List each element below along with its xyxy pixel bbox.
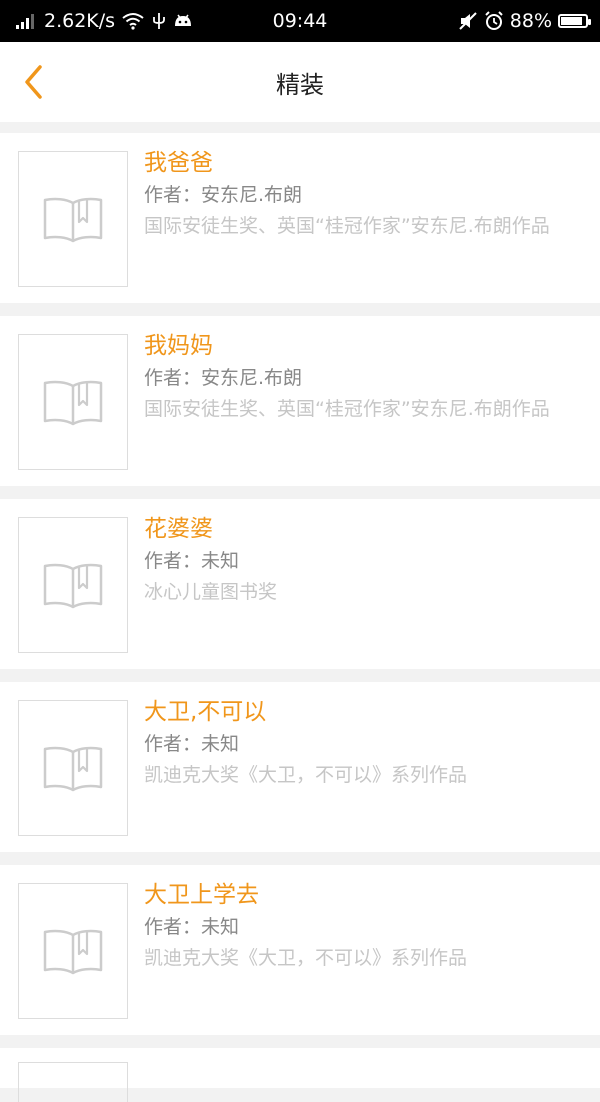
book-author: 作者：未知: [144, 733, 240, 755]
open-book-icon: [43, 929, 103, 975]
open-book-icon: [43, 380, 103, 426]
book-list-item[interactable]: 大卫上学去 作者：未知 凯迪克大奖《大卫，不可以》系列作品: [0, 865, 600, 1035]
page-title: 精装: [276, 70, 324, 99]
book-description: 国际安徒生奖、英国“桂冠作家”安东尼.布朗作品: [144, 398, 550, 420]
book-description: 凯迪克大奖《大卫，不可以》系列作品: [144, 764, 468, 786]
book-title: 大卫上学去: [144, 882, 259, 908]
book-list[interactable]: 我爸爸 作者：安东尼.布朗 国际安徒生奖、英国“桂冠作家”安东尼.布朗作品 我妈…: [0, 133, 600, 1035]
open-book-icon: [43, 563, 103, 609]
book-list-item[interactable]: 花婆婆 作者：未知 冰心儿童图书奖: [0, 499, 600, 669]
book-info: 我爸爸 作者：安东尼.布朗 国际安徒生奖、英国“桂冠作家”安东尼.布朗作品: [144, 147, 576, 241]
book-author: 作者：未知: [144, 916, 240, 938]
book-author: 作者：安东尼.布朗: [144, 184, 303, 206]
book-title: 我爸爸: [144, 150, 213, 176]
open-book-icon: [43, 746, 103, 792]
status-right: 88%: [458, 0, 591, 42]
book-description: 国际安徒生奖、英国“桂冠作家”安东尼.布朗作品: [144, 215, 550, 237]
book-cover-placeholder: [18, 700, 128, 836]
book-cover-placeholder: [18, 1062, 128, 1102]
chevron-left-icon: [25, 65, 42, 99]
book-description: 凯迪克大奖《大卫，不可以》系列作品: [144, 947, 468, 969]
alarm-icon: [484, 11, 504, 31]
open-book-icon: [43, 197, 103, 243]
clock: 09:44: [272, 10, 328, 32]
book-cover-placeholder: [18, 151, 128, 287]
app-header: 精装: [0, 42, 600, 122]
book-author: 作者：安东尼.布朗: [144, 367, 303, 389]
book-info: 花婆婆 作者：未知 冰心儿童图书奖: [144, 513, 576, 607]
battery-icon: [558, 14, 591, 28]
book-list-item[interactable]: 我妈妈 作者：安东尼.布朗 国际安徒生奖、英国“桂冠作家”安东尼.布朗作品: [0, 316, 600, 486]
book-author: 作者：未知: [144, 550, 240, 572]
book-cover-placeholder: [18, 334, 128, 470]
book-info: 大卫,不可以 作者：未知 凯迪克大奖《大卫，不可以》系列作品: [144, 696, 576, 790]
book-cover-placeholder: [18, 883, 128, 1019]
battery-fill: [561, 17, 582, 25]
mute-icon: [458, 11, 478, 31]
back-button[interactable]: [22, 62, 62, 102]
book-cover-placeholder: [18, 517, 128, 653]
battery-percent: 88%: [509, 10, 552, 32]
book-title: 大卫,不可以: [144, 699, 267, 725]
book-info: 大卫上学去 作者：未知 凯迪克大奖《大卫，不可以》系列作品: [144, 879, 576, 973]
status-bar: 2.62K/s 09:44 88%: [0, 0, 600, 42]
list-item-partial[interactable]: [0, 1048, 600, 1102]
header-divider: [0, 122, 600, 133]
book-title: 花婆婆: [144, 516, 213, 542]
book-title: 我妈妈: [144, 333, 213, 359]
book-info: 我妈妈 作者：安东尼.布朗 国际安徒生奖、英国“桂冠作家”安东尼.布朗作品: [144, 330, 576, 424]
book-list-item[interactable]: 大卫,不可以 作者：未知 凯迪克大奖《大卫，不可以》系列作品: [0, 682, 600, 852]
book-description: 冰心儿童图书奖: [144, 581, 278, 603]
book-list-item[interactable]: 我爸爸 作者：安东尼.布朗 国际安徒生奖、英国“桂冠作家”安东尼.布朗作品: [0, 133, 600, 303]
